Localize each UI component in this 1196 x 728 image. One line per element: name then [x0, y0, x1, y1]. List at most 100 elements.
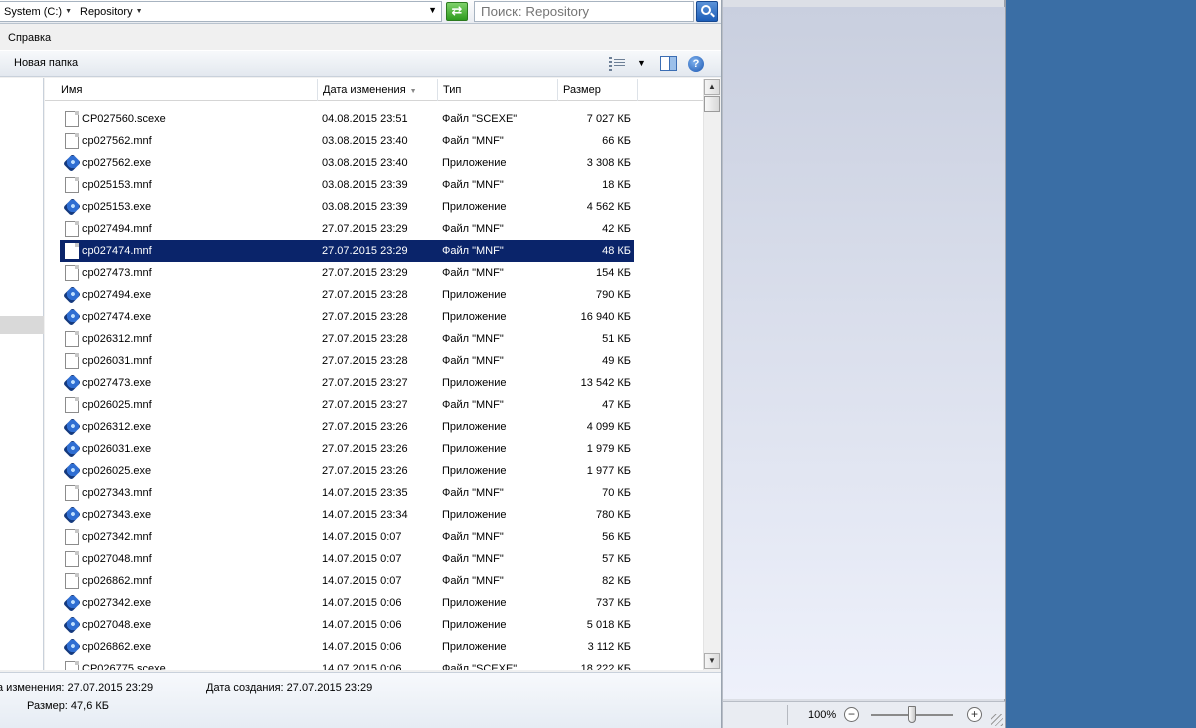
- resize-grip-icon[interactable]: [991, 714, 1003, 726]
- file-type: Приложение: [442, 509, 507, 521]
- view-options-dropdown-icon[interactable]: ▼: [637, 58, 646, 68]
- file-name[interactable]: cp027562.exe: [82, 152, 151, 174]
- file-size: 48 КБ: [602, 245, 631, 257]
- file-size: 18 КБ: [602, 179, 631, 191]
- table-row[interactable]: cp027494.exe 27.07.2015 23:28 Приложение 79…: [45, 284, 703, 306]
- file-name[interactable]: cp027474.exe: [82, 306, 151, 328]
- file-name[interactable]: cp027494.mnf: [82, 218, 152, 240]
- table-row[interactable]: cp027048.exe 14.07.2015 0:06 Приложение 5 0…: [45, 614, 703, 636]
- file-size: 154 КБ: [595, 267, 631, 279]
- file-name[interactable]: cp027474.mnf: [82, 240, 152, 262]
- file-name[interactable]: cp026312.exe: [82, 416, 151, 438]
- file-name[interactable]: CP027560.scexe: [82, 108, 166, 130]
- file-name[interactable]: cp026031.exe: [82, 438, 151, 460]
- file-name[interactable]: cp027342.mnf: [82, 526, 152, 548]
- table-row[interactable]: cp026025.exe 27.07.2015 23:26 Приложение 1 …: [45, 460, 703, 482]
- scroll-up-button[interactable]: ▲: [704, 79, 720, 95]
- zoom-in-icon[interactable]: +: [967, 707, 982, 722]
- file-name[interactable]: CP026775.scexe: [82, 658, 166, 670]
- table-row[interactable]: cp026862.exe 14.07.2015 0:06 Приложение 3 1…: [45, 636, 703, 658]
- file-name[interactable]: cp026025.mnf: [82, 394, 152, 416]
- breadcrumb-item-system-c[interactable]: System (C:): [0, 6, 65, 18]
- table-row[interactable]: cp027342.mnf 14.07.2015 0:07 Файл "MNF" 56 …: [45, 526, 703, 548]
- search-input[interactable]: [474, 1, 694, 22]
- table-row[interactable]: CP027560.scexe 04.08.2015 23:51 Файл "SCEX…: [45, 108, 703, 130]
- file-name[interactable]: cp027343.mnf: [82, 482, 152, 504]
- file-name[interactable]: cp026862.exe: [82, 636, 151, 658]
- menu-item-help[interactable]: Справка: [0, 32, 59, 44]
- navigation-pane[interactable]: [0, 78, 44, 670]
- table-row[interactable]: cp026862.mnf 14.07.2015 0:07 Файл "MNF" 82 …: [45, 570, 703, 592]
- vertical-scrollbar[interactable]: ▲ ▼: [703, 79, 720, 670]
- table-row[interactable]: cp027474.exe 27.07.2015 23:28 Приложение 16…: [45, 306, 703, 328]
- file-name[interactable]: cp027473.exe: [82, 372, 151, 394]
- table-row[interactable]: cp027473.mnf 27.07.2015 23:29 Файл "MNF" 15…: [45, 262, 703, 284]
- chevron-right-icon[interactable]: ▼: [65, 8, 72, 15]
- address-history-dropdown-icon[interactable]: ▼: [428, 5, 437, 15]
- file-name[interactable]: cp026031.mnf: [82, 350, 152, 372]
- column-header-name[interactable]: Имя: [45, 79, 318, 101]
- desktop-background: [1006, 0, 1196, 728]
- help-icon[interactable]: ?: [688, 56, 704, 72]
- file-size: 4 562 КБ: [586, 201, 631, 213]
- column-header-type[interactable]: Тип: [438, 79, 558, 101]
- breadcrumb[interactable]: System (C:) ▼ Repository ▼ ▼: [0, 1, 442, 22]
- file-name[interactable]: cp026862.mnf: [82, 570, 152, 592]
- file-name[interactable]: cp027343.exe: [82, 504, 151, 526]
- table-row[interactable]: cp027048.mnf 14.07.2015 0:07 Файл "MNF" 57 …: [45, 548, 703, 570]
- table-row[interactable]: cp025153.mnf 03.08.2015 23:39 Файл "MNF" 18…: [45, 174, 703, 196]
- breadcrumb-item-repository[interactable]: Repository: [76, 6, 136, 18]
- table-row[interactable]: cp026031.mnf 27.07.2015 23:28 Файл "MNF" 49…: [45, 350, 703, 372]
- table-row[interactable]: CP026775.scexe 14.07.2015 0:06 Файл "SCEXE…: [45, 658, 703, 670]
- file-list[interactable]: Имя Дата изменения ▼ Тип Размер CP027560.…: [45, 78, 720, 670]
- file-type: Файл "MNF": [442, 399, 504, 411]
- column-header-size[interactable]: Размер: [558, 79, 638, 101]
- new-folder-button[interactable]: Новая папка: [14, 57, 78, 69]
- table-row[interactable]: cp026025.mnf 27.07.2015 23:27 Файл "MNF" 47…: [45, 394, 703, 416]
- scroll-thumb[interactable]: [704, 96, 720, 112]
- refresh-button[interactable]: ⇄: [446, 2, 468, 21]
- file-size: 57 КБ: [602, 553, 631, 565]
- file-name[interactable]: cp027048.mnf: [82, 548, 152, 570]
- file-name[interactable]: cp027048.exe: [82, 614, 151, 636]
- navigation-selected-item[interactable]: [0, 316, 44, 334]
- file-date: 27.07.2015 23:27: [322, 399, 408, 411]
- file-name[interactable]: cp026312.mnf: [82, 328, 152, 350]
- file-name[interactable]: cp025153.exe: [82, 196, 151, 218]
- file-date: 14.07.2015 0:07: [322, 531, 402, 543]
- file-name[interactable]: cp027473.mnf: [82, 262, 152, 284]
- table-row[interactable]: cp027343.exe 14.07.2015 23:34 Приложение 78…: [45, 504, 703, 526]
- file-name[interactable]: cp027562.mnf: [82, 130, 152, 152]
- file-name[interactable]: cp025153.mnf: [82, 174, 152, 196]
- table-row[interactable]: cp027494.mnf 27.07.2015 23:29 Файл "MNF" 42…: [45, 218, 703, 240]
- table-row[interactable]: cp027343.mnf 14.07.2015 23:35 Файл "MNF" 70…: [45, 482, 703, 504]
- table-row[interactable]: cp027562.mnf 03.08.2015 23:40 Файл "MNF" 66…: [45, 130, 703, 152]
- explorer-window: System (C:) ▼ Repository ▼ ▼ ⇄ Справка Н…: [0, 0, 722, 728]
- file-type: Файл "MNF": [442, 333, 504, 345]
- chevron-down-icon[interactable]: ▼: [136, 8, 143, 15]
- file-name[interactable]: cp027342.exe: [82, 592, 151, 614]
- preview-pane-icon[interactable]: [660, 56, 677, 71]
- file-size: 7 027 КБ: [586, 113, 631, 125]
- application-icon: [62, 637, 82, 657]
- table-row[interactable]: cp027474.mnf 27.07.2015 23:29 Файл "MNF" 48…: [45, 240, 703, 262]
- file-date: 14.07.2015 23:34: [322, 509, 408, 521]
- search-button[interactable]: [696, 1, 718, 22]
- file-date: 27.07.2015 23:26: [322, 443, 408, 455]
- table-row[interactable]: cp027473.exe 27.07.2015 23:27 Приложение 13…: [45, 372, 703, 394]
- file-date: 14.07.2015 0:07: [322, 575, 402, 587]
- table-row[interactable]: cp027342.exe 14.07.2015 0:06 Приложение 737…: [45, 592, 703, 614]
- zoom-out-icon[interactable]: −: [844, 707, 859, 722]
- zoom-slider-thumb[interactable]: [908, 706, 916, 723]
- table-row[interactable]: cp026312.exe 27.07.2015 23:26 Приложение 4 …: [45, 416, 703, 438]
- scroll-down-button[interactable]: ▼: [704, 653, 720, 669]
- table-row[interactable]: cp027562.exe 03.08.2015 23:40 Приложение 3 …: [45, 152, 703, 174]
- column-header-date[interactable]: Дата изменения ▼: [318, 79, 438, 101]
- table-row[interactable]: cp026031.exe 27.07.2015 23:26 Приложение 1 …: [45, 438, 703, 460]
- application-icon: [62, 285, 82, 305]
- file-name[interactable]: cp027494.exe: [82, 284, 151, 306]
- table-row[interactable]: cp026312.mnf 27.07.2015 23:28 Файл "MNF" 51…: [45, 328, 703, 350]
- file-name[interactable]: cp026025.exe: [82, 460, 151, 482]
- change-view-icon[interactable]: [609, 57, 625, 71]
- table-row[interactable]: cp025153.exe 03.08.2015 23:39 Приложение 4 …: [45, 196, 703, 218]
